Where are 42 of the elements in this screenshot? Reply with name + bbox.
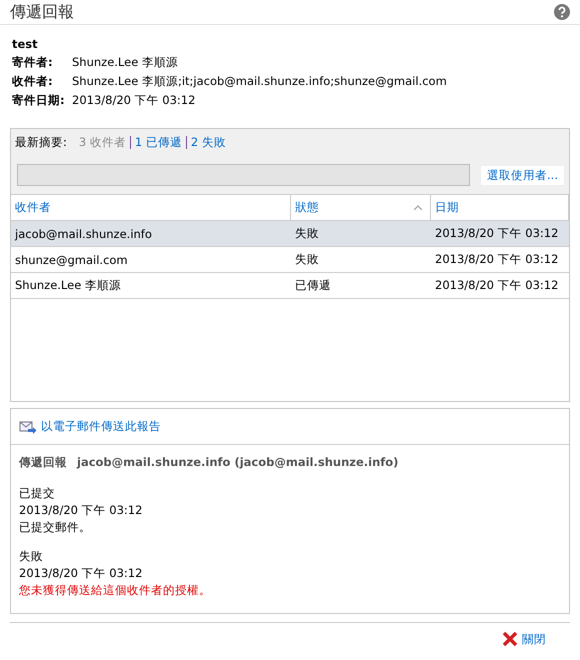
report-recipient: jacob@mail.shunze.info (jacob@mail.shunze.info) xyxy=(77,455,398,470)
event-message: 已提交郵件。 xyxy=(19,520,92,535)
email-report-link[interactable]: 以電子郵件傳送此報告 xyxy=(41,419,161,434)
recipient-count: 3 收件者 xyxy=(78,135,126,150)
table-row[interactable]: Shunze.Lee 李順源 已傳遞 2013/8/20 下午 03:12 xyxy=(11,273,569,299)
envelope-arrow-icon xyxy=(19,420,37,434)
table-cell: 已傳遞 xyxy=(295,278,331,293)
close-icon xyxy=(502,631,518,647)
summary-link[interactable]: 1 已傳遞 xyxy=(134,135,182,150)
event-status: 失敗 xyxy=(19,549,44,564)
select-users-button[interactable]: 選取使用者... xyxy=(480,164,565,186)
event-status: 已提交 xyxy=(19,486,56,501)
summary-label: 最新摘要: xyxy=(15,135,67,150)
table-cell: Shunze.Lee 李順源 xyxy=(15,278,121,293)
table-cell: jacob@mail.shunze.info xyxy=(15,226,152,240)
event-date: 2013/8/20 下午 03:12 xyxy=(19,566,144,581)
table-cell: 失敗 xyxy=(295,226,319,241)
table-row[interactable]: shunze@gmail.com 失敗 2013/8/20 下午 03:12 xyxy=(11,247,569,273)
field-value: Shunze.Lee 李順源 xyxy=(72,55,178,70)
close-button[interactable]: 關閉 xyxy=(502,631,546,647)
table-cell: 失敗 xyxy=(295,252,319,267)
column-header[interactable]: 日期 xyxy=(431,195,569,220)
field-value: Shunze.Lee 李順源;it;jacob@mail.shunze.info;shunze@gmail.com xyxy=(72,74,447,89)
event-date: 2013/8/20 下午 03:12 xyxy=(19,503,144,518)
table-cell: 2013/8/20 下午 03:12 xyxy=(435,278,558,293)
field-label: 收件者: xyxy=(12,74,54,89)
field-value: 2013/8/20 下午 03:12 xyxy=(72,93,196,108)
event-message: 您未獲得傳送給這個收件者的授權。 xyxy=(19,583,212,598)
message-subject: test xyxy=(12,37,39,51)
window-title: 傳遞回報 xyxy=(10,2,74,22)
table-cell: 2013/8/20 下午 03:12 xyxy=(435,252,558,267)
search-field[interactable] xyxy=(17,164,470,186)
column-header[interactable]: 收件者 xyxy=(11,195,291,220)
column-header[interactable]: 狀態 xyxy=(291,195,431,220)
summary-link[interactable]: 2 失敗 xyxy=(190,135,226,150)
table-cell: 2013/8/20 下午 03:12 xyxy=(435,226,558,241)
field-label: 寄件日期: xyxy=(12,93,66,108)
report-heading: 傳遞回報 xyxy=(19,455,67,470)
help-icon[interactable] xyxy=(554,4,570,20)
field-label: 寄件者: xyxy=(12,55,54,70)
table-row[interactable]: jacob@mail.shunze.info 失敗 2013/8/20 下午 03:12 xyxy=(11,221,569,247)
table-cell: shunze@gmail.com xyxy=(15,252,128,266)
